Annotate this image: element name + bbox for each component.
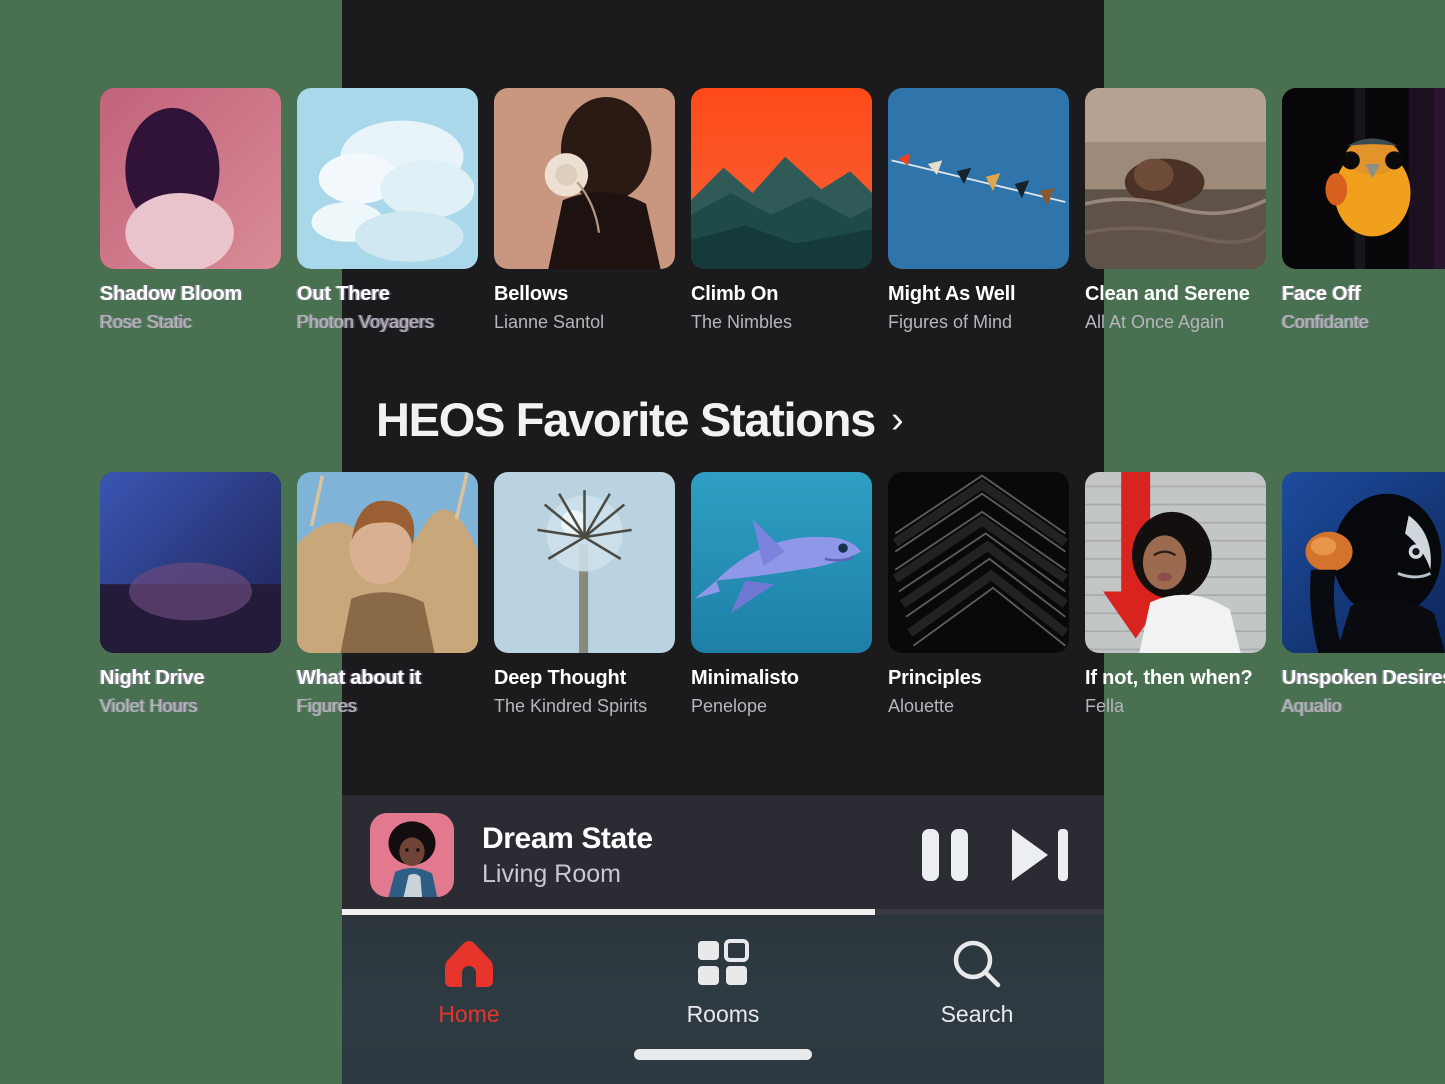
album-title: Unspoken Desires [1282, 667, 1445, 689]
album-title: Night Drive [100, 667, 205, 689]
tab-home[interactable]: Home [394, 937, 544, 1028]
album-subtitle: Confidante [1282, 312, 1370, 332]
album-art-out-there[interactable] [297, 88, 478, 269]
album-subtitle: The Kindred Spirits [494, 696, 648, 716]
album-title: What about it [297, 667, 422, 689]
album-title: If not, then when? [1085, 667, 1253, 689]
album-subtitle: Figures [297, 696, 358, 716]
carousel-row-one[interactable]: Shadow Bloom Rose Static Out There Photo… [0, 88, 1445, 333]
album-subtitle: Violet Hours [100, 696, 198, 716]
tab-search-label: Search [940, 1001, 1014, 1027]
album-title: Climb On [691, 283, 779, 305]
play-triangle-icon [1012, 829, 1048, 881]
album-title: Out There [297, 283, 390, 305]
tab-home-label: Home [438, 1001, 500, 1027]
album-tile[interactable]: Bellows Lianne Santol [494, 88, 675, 333]
album-art-principles[interactable] [888, 472, 1069, 653]
carousel-row-two[interactable]: Night Drive Violet Hours What about it F… [0, 472, 1445, 717]
album-art-shadow-bloom[interactable] [100, 88, 281, 269]
album-title: Face Off [1282, 283, 1361, 305]
album-title: Clean and Serene [1085, 283, 1250, 305]
album-subtitle: Aqualio [1282, 696, 1343, 716]
album-subtitle: Rose Static [100, 312, 193, 332]
album-tile[interactable]: Clean and Serene All At Once Again [1085, 88, 1266, 333]
album-tile[interactable]: Face Off Confidante [1282, 88, 1445, 333]
album-subtitle: Lianne Santol [494, 312, 605, 332]
album-tile[interactable]: If not, then when? Fella [1085, 472, 1266, 717]
album-subtitle: Penelope [691, 696, 768, 716]
album-title: Principles [888, 667, 982, 689]
home-icon [442, 937, 496, 991]
next-track-button[interactable] [1012, 829, 1068, 881]
album-art-unspoken-desires[interactable] [1282, 472, 1445, 653]
album-tile[interactable]: Unspoken Desires Aqualio [1282, 472, 1445, 717]
screen: Shadow Bloom Rose Static Out There Photo… [0, 0, 1445, 1084]
album-art-night-drive[interactable] [100, 472, 281, 653]
tab-search[interactable]: Search [902, 937, 1052, 1028]
now-playing-artwork[interactable] [370, 813, 454, 897]
album-tile[interactable]: Principles Alouette [888, 472, 1069, 717]
album-art-bellows[interactable] [494, 88, 675, 269]
album-title: Might As Well [888, 283, 1016, 305]
album-art-face-off[interactable] [1282, 88, 1445, 269]
album-art-climb-on[interactable] [691, 88, 872, 269]
album-tile[interactable]: Might As Well Figures of Mind [888, 88, 1069, 333]
home-indicator[interactable] [634, 1049, 812, 1060]
album-art-what-about-it[interactable] [297, 472, 478, 653]
section-title: HEOS Favorite Stations [376, 393, 876, 446]
tab-rooms-label: Rooms [686, 1001, 760, 1027]
tab-bar: Home Rooms Search [342, 915, 1104, 1084]
now-playing-title: Dream State [482, 821, 653, 855]
album-tile[interactable]: Night Drive Violet Hours [100, 472, 281, 717]
album-title: Shadow Bloom [100, 283, 243, 305]
now-playing-controls [922, 829, 1068, 881]
album-tile[interactable]: Shadow Bloom Rose Static [100, 88, 281, 333]
album-tile[interactable]: Deep Thought The Kindred Spirits [494, 472, 675, 717]
grid-icon [697, 937, 749, 991]
album-art-clean-and-serene[interactable] [1085, 88, 1266, 269]
album-title: Minimalisto [691, 667, 799, 689]
album-tile[interactable]: What about it Figures [297, 472, 478, 717]
album-art-deep-thought[interactable] [494, 472, 675, 653]
search-icon [951, 937, 1003, 991]
album-tile[interactable]: Minimalisto Penelope [691, 472, 872, 717]
now-playing-bar[interactable]: Dream State Living Room [342, 795, 1104, 915]
album-title: Deep Thought [494, 667, 627, 689]
album-art-minimalisto[interactable] [691, 472, 872, 653]
tab-rooms[interactable]: Rooms [648, 937, 798, 1028]
now-playing-room: Living Room [482, 859, 621, 888]
chevron-right-icon: › [890, 398, 904, 441]
album-title: Bellows [494, 283, 569, 305]
next-bar-icon [1058, 829, 1068, 881]
album-tile[interactable]: Climb On The Nimbles [691, 88, 872, 333]
pause-button[interactable] [922, 829, 968, 881]
album-subtitle: Photon Voyagers [297, 312, 435, 332]
album-subtitle: Alouette [888, 696, 955, 716]
album-art-might-as-well[interactable] [888, 88, 1069, 269]
album-subtitle: All At Once Again [1085, 312, 1225, 332]
album-art-if-not-then-when[interactable] [1085, 472, 1266, 653]
album-subtitle: Figures of Mind [888, 312, 1013, 332]
album-tile[interactable]: Out There Photon Voyagers [297, 88, 478, 333]
now-playing-text: Dream State Living Room [482, 822, 922, 889]
album-subtitle: Fella [1085, 696, 1125, 716]
album-subtitle: The Nimbles [691, 312, 793, 332]
section-header-heos-favorite-stations[interactable]: HEOS Favorite Stations › [376, 392, 904, 447]
